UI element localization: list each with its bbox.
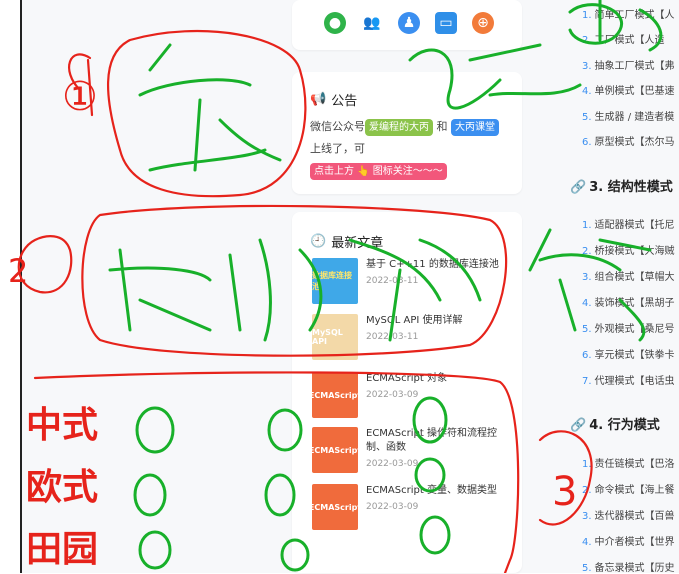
green-zero: [133, 473, 167, 517]
green-zero: [135, 406, 175, 454]
circle-1-number: ①: [62, 74, 98, 120]
green-scribble: [568, 0, 663, 52]
red-outline-2: [81, 204, 508, 357]
green-scribble: [408, 43, 582, 110]
green-zero: [264, 473, 296, 517]
green-zero: [280, 538, 310, 572]
green-scribble: [108, 238, 482, 342]
green-scribble: [138, 43, 282, 172]
green-zero: [414, 457, 446, 493]
red-outline-1: [107, 30, 307, 198]
green-zero: [267, 408, 303, 452]
green-scribble: [528, 228, 652, 342]
green-zero: [419, 515, 451, 555]
green-zero: [412, 396, 448, 444]
green-zero: [138, 530, 172, 570]
circle-3-number: 3: [552, 469, 577, 515]
red-outline-3: [33, 371, 520, 573]
circle-2-number: 2: [8, 252, 28, 290]
handwriting-overlay: 2 ① 3: [8, 0, 663, 573]
